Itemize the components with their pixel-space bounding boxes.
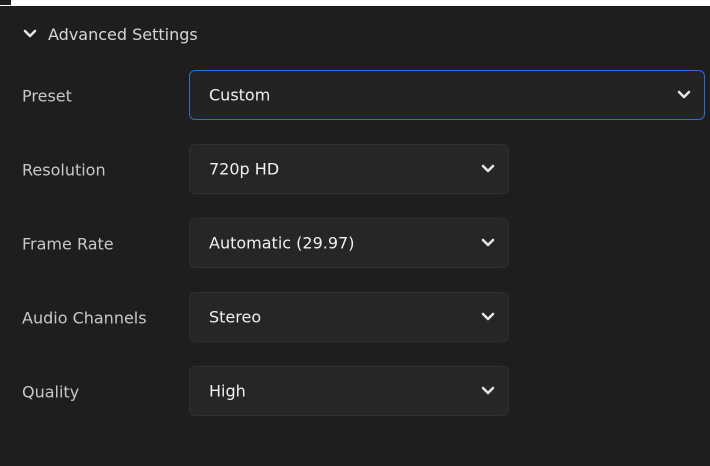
quality-label: Quality [22,382,80,402]
frame-rate-dropdown[interactable]: Automatic (29.97) [189,218,509,268]
frame-rate-row: Frame Rate Automatic (29.97) [0,218,710,270]
preset-dropdown[interactable]: Custom [189,70,705,120]
quality-row: Quality High [0,366,710,418]
resolution-label: Resolution [22,160,106,180]
chevron-down-icon [480,309,496,325]
preset-row: Preset Custom [0,70,710,122]
frame-rate-value: Automatic (29.97) [209,233,355,253]
audio-channels-label: Audio Channels [22,308,147,328]
top-edge-gap [0,0,11,5]
advanced-settings-header[interactable]: Advanced Settings [22,22,198,46]
audio-channels-row: Audio Channels Stereo [0,292,710,344]
advanced-settings-title: Advanced Settings [48,24,198,44]
chevron-down-icon [480,161,496,177]
resolution-dropdown[interactable]: 720p HD [189,144,509,194]
audio-channels-value: Stereo [209,307,262,327]
chevron-down-icon [480,235,496,251]
chevron-down-icon [676,87,692,103]
resolution-row: Resolution 720p HD [0,144,710,196]
quality-dropdown[interactable]: High [189,366,509,416]
resolution-value: 720p HD [209,159,280,179]
preset-value: Custom [209,85,271,105]
chevron-down-icon [480,383,496,399]
audio-channels-dropdown[interactable]: Stereo [189,292,509,342]
preset-label: Preset [22,86,72,106]
chevron-down-icon[interactable] [22,26,38,42]
top-edge-strip [0,0,710,6]
frame-rate-label: Frame Rate [22,234,114,254]
quality-value: High [209,381,246,401]
